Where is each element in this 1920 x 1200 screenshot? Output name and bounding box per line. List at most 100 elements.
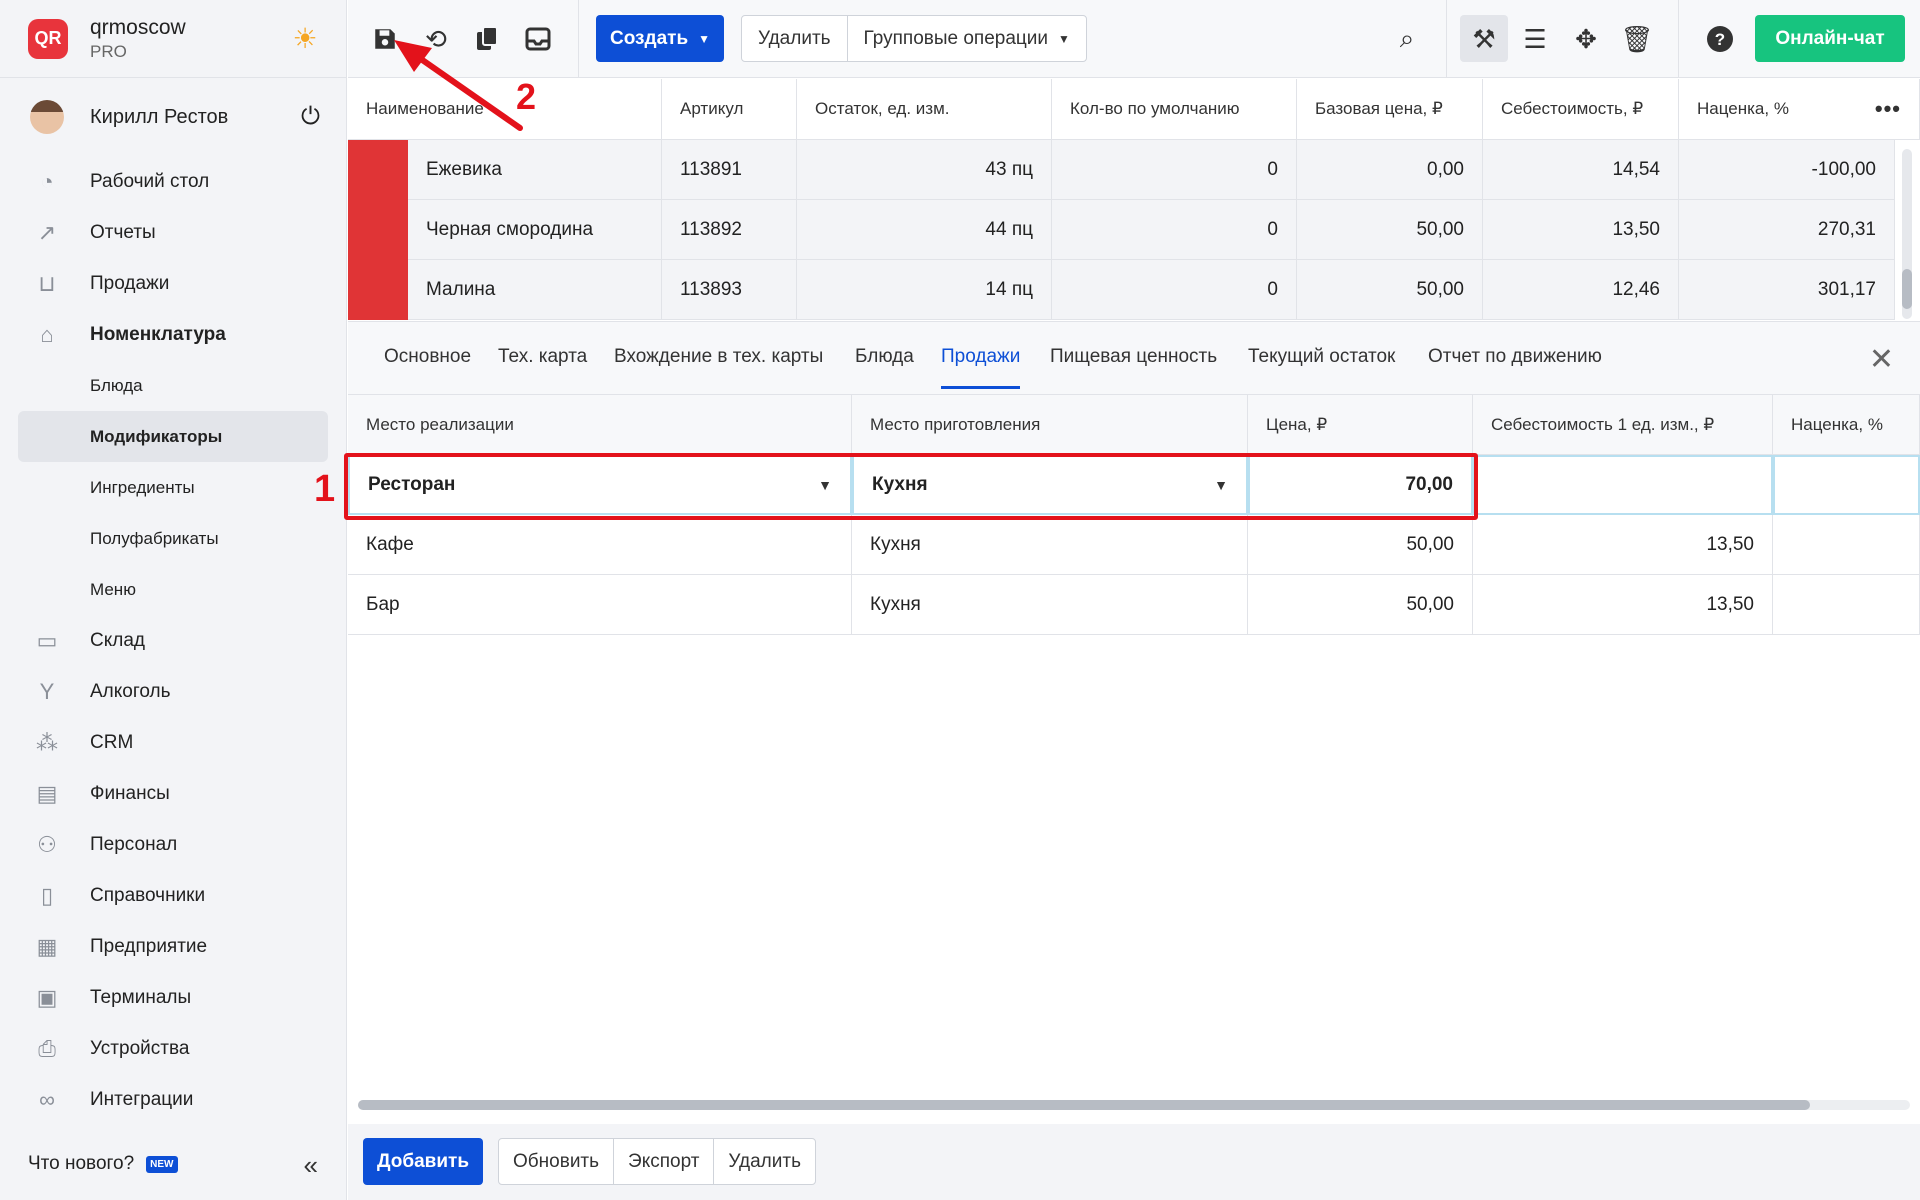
table-row[interactable]: Черная смородина 113892 44 пц 0 50,00 13… [348, 200, 1920, 260]
col-markup[interactable]: Наценка, % [1773, 395, 1920, 455]
cell-cost[interactable]: 13,50 [1483, 200, 1679, 260]
cell-price[interactable]: 50,00 [1248, 515, 1473, 575]
tab-sales[interactable]: Продажи [941, 346, 1021, 389]
nav-item-references[interactable]: ▯ Справочники [0, 870, 346, 921]
nav-item-sales[interactable]: ⊔ Продажи [0, 258, 346, 309]
nav-sub-modifiers[interactable]: Модификаторы [18, 411, 328, 462]
help-icon[interactable]: ? [1703, 22, 1737, 56]
col-prep-place[interactable]: Место приготовления [852, 395, 1248, 455]
nav-item-staff[interactable]: ⚇ Персонал [0, 819, 346, 870]
table-row[interactable]: Ежевика 113891 43 пц 0 0,00 14,54 -100,0… [348, 140, 1920, 200]
nav-item-warehouse[interactable]: ▭ Склад [0, 615, 346, 666]
tab-main[interactable]: Основное [384, 346, 471, 368]
sale-place-select[interactable]: Ресторан ▼ [348, 455, 852, 515]
group-ops-button[interactable]: Групповые операции ▼ [846, 16, 1086, 61]
cell-sale-place[interactable]: Бар [348, 575, 852, 635]
scrollbar-thumb[interactable] [1902, 269, 1912, 309]
delete-button[interactable]: Удалить [742, 16, 847, 61]
cell-base-price[interactable]: 0,00 [1297, 140, 1483, 200]
nav-item-terminals[interactable]: ▣ Терминалы [0, 972, 346, 1023]
tab-nutrition[interactable]: Пищевая ценность [1050, 346, 1217, 368]
cell-stock[interactable]: 43 пц [797, 140, 1052, 200]
cell-cost[interactable]: 14,54 [1483, 140, 1679, 200]
tab-tech-card[interactable]: Тех. карта [498, 346, 587, 368]
table-row[interactable]: Кафе Кухня 50,00 13,50 [348, 515, 1920, 575]
caret-down-icon[interactable]: ▼ [1214, 477, 1228, 493]
col-unit-cost[interactable]: Себестоимость 1 ед. изм., ₽ [1473, 395, 1773, 455]
create-button[interactable]: Создать ▼ [596, 15, 724, 62]
cell-sale-place[interactable]: Кафе [348, 515, 852, 575]
cell-default-qty[interactable]: 0 [1052, 200, 1297, 260]
nav-item-enterprise[interactable]: ▦ Предприятие [0, 921, 346, 972]
search-icon[interactable]: ⌕ [1390, 22, 1424, 56]
markup-input[interactable] [1773, 455, 1920, 515]
scrollbar-thumb[interactable] [358, 1100, 1810, 1110]
cell-markup[interactable]: 270,31 [1679, 200, 1895, 260]
col-name[interactable]: Наименование [348, 79, 662, 140]
nav-item-nomenclature[interactable]: ⌂ Номенклатура [0, 309, 346, 360]
col-default-qty[interactable]: Кол-во по умолчанию [1052, 79, 1297, 140]
nav-sub-ingredients[interactable]: Ингредиенты [0, 462, 346, 513]
trash-icon[interactable]: 🗑 [1620, 22, 1654, 56]
cell-article[interactable]: 113892 [662, 200, 797, 260]
cell-stock[interactable]: 14 пц [797, 260, 1052, 320]
cell-default-qty[interactable]: 0 [1052, 260, 1297, 320]
cell-stock[interactable]: 44 пц [797, 200, 1052, 260]
close-icon[interactable]: ✕ [1869, 342, 1894, 377]
cell-markup[interactable] [1773, 515, 1920, 575]
nav-item-finance[interactable]: ▤ Финансы [0, 768, 346, 819]
tab-current-stock[interactable]: Текущий остаток [1248, 346, 1395, 368]
org-header[interactable]: QR qrmoscow PRO ☀ [0, 0, 346, 78]
nav-sub-semi[interactable]: Полуфабрикаты [0, 513, 346, 564]
nav-item-integrations[interactable]: ∞ Интеграции [0, 1074, 346, 1125]
table-row[interactable]: Малина 113893 14 пц 0 50,00 12,46 301,17 [348, 260, 1920, 320]
tab-tech-card-inclusion[interactable]: Вхождение в тех. карты [614, 346, 823, 368]
editing-row[interactable]: Ресторан ▼ Кухня ▼ 70,00 [348, 455, 1920, 515]
cell-article[interactable]: 113893 [662, 260, 797, 320]
nav-item-alcohol[interactable]: Y Алкоголь [0, 666, 346, 717]
sun-icon[interactable]: ☀ [290, 24, 320, 54]
horizontal-scrollbar[interactable] [358, 1100, 1910, 1110]
refresh-icon[interactable]: ⟲ [419, 22, 453, 56]
nav-sub-dishes[interactable]: Блюда [0, 360, 346, 411]
cell-cost[interactable]: 12,46 [1483, 260, 1679, 320]
col-cost[interactable]: Себестоимость, ₽ [1483, 79, 1679, 140]
caret-down-icon[interactable]: ▼ [818, 477, 832, 493]
col-markup[interactable]: Наценка, % ••• [1679, 79, 1920, 140]
tools-icon[interactable]: ⚒ [1467, 22, 1501, 56]
cell-prep-place[interactable]: Кухня [852, 515, 1248, 575]
cell-default-qty[interactable]: 0 [1052, 140, 1297, 200]
online-chat-button[interactable]: Онлайн-чат [1755, 15, 1905, 62]
power-icon[interactable]: ⏻ [301, 103, 320, 131]
price-input[interactable]: 70,00 [1248, 455, 1473, 515]
unit-cost-input[interactable] [1473, 455, 1773, 515]
cell-unit-cost[interactable]: 13,50 [1473, 515, 1773, 575]
col-base-price[interactable]: Базовая цена, ₽ [1297, 79, 1483, 140]
export-button[interactable]: Экспорт [613, 1139, 713, 1184]
refresh-button[interactable]: Обновить [499, 1139, 613, 1184]
collapse-icon[interactable]: « [304, 1150, 318, 1181]
col-price[interactable]: Цена, ₽ [1248, 395, 1473, 455]
nav-item-crm[interactable]: ⁂ CRM [0, 717, 346, 768]
delete-row-button[interactable]: Удалить [713, 1139, 815, 1184]
cell-markup[interactable]: 301,17 [1679, 260, 1895, 320]
cell-base-price[interactable]: 50,00 [1297, 200, 1483, 260]
cell-article[interactable]: 113891 [662, 140, 797, 200]
col-stock[interactable]: Остаток, ед. изм. [797, 79, 1052, 140]
move-icon[interactable]: ✥ [1569, 22, 1603, 56]
whats-new-link[interactable]: Что нового? [28, 1153, 134, 1175]
nav-item-dashboard[interactable]: ◔ Рабочий стол [0, 156, 346, 207]
tab-movement-report[interactable]: Отчет по движению [1428, 346, 1602, 368]
nav-sub-menu[interactable]: Меню [0, 564, 346, 615]
cell-markup[interactable]: -100,00 [1679, 140, 1895, 200]
nav-item-devices[interactable]: ⎙ Устройства [0, 1023, 346, 1074]
cell-price[interactable]: 50,00 [1248, 575, 1473, 635]
cell-markup[interactable] [1773, 575, 1920, 635]
cell-unit-cost[interactable]: 13,50 [1473, 575, 1773, 635]
cell-base-price[interactable]: 50,00 [1297, 260, 1483, 320]
inbox-icon[interactable] [521, 22, 555, 56]
col-sale-place[interactable]: Место реализации [348, 395, 852, 455]
user-row[interactable]: Кирилл Рестов ⏻ [0, 78, 346, 156]
save-icon[interactable] [368, 22, 402, 56]
tab-dishes[interactable]: Блюда [855, 346, 914, 368]
